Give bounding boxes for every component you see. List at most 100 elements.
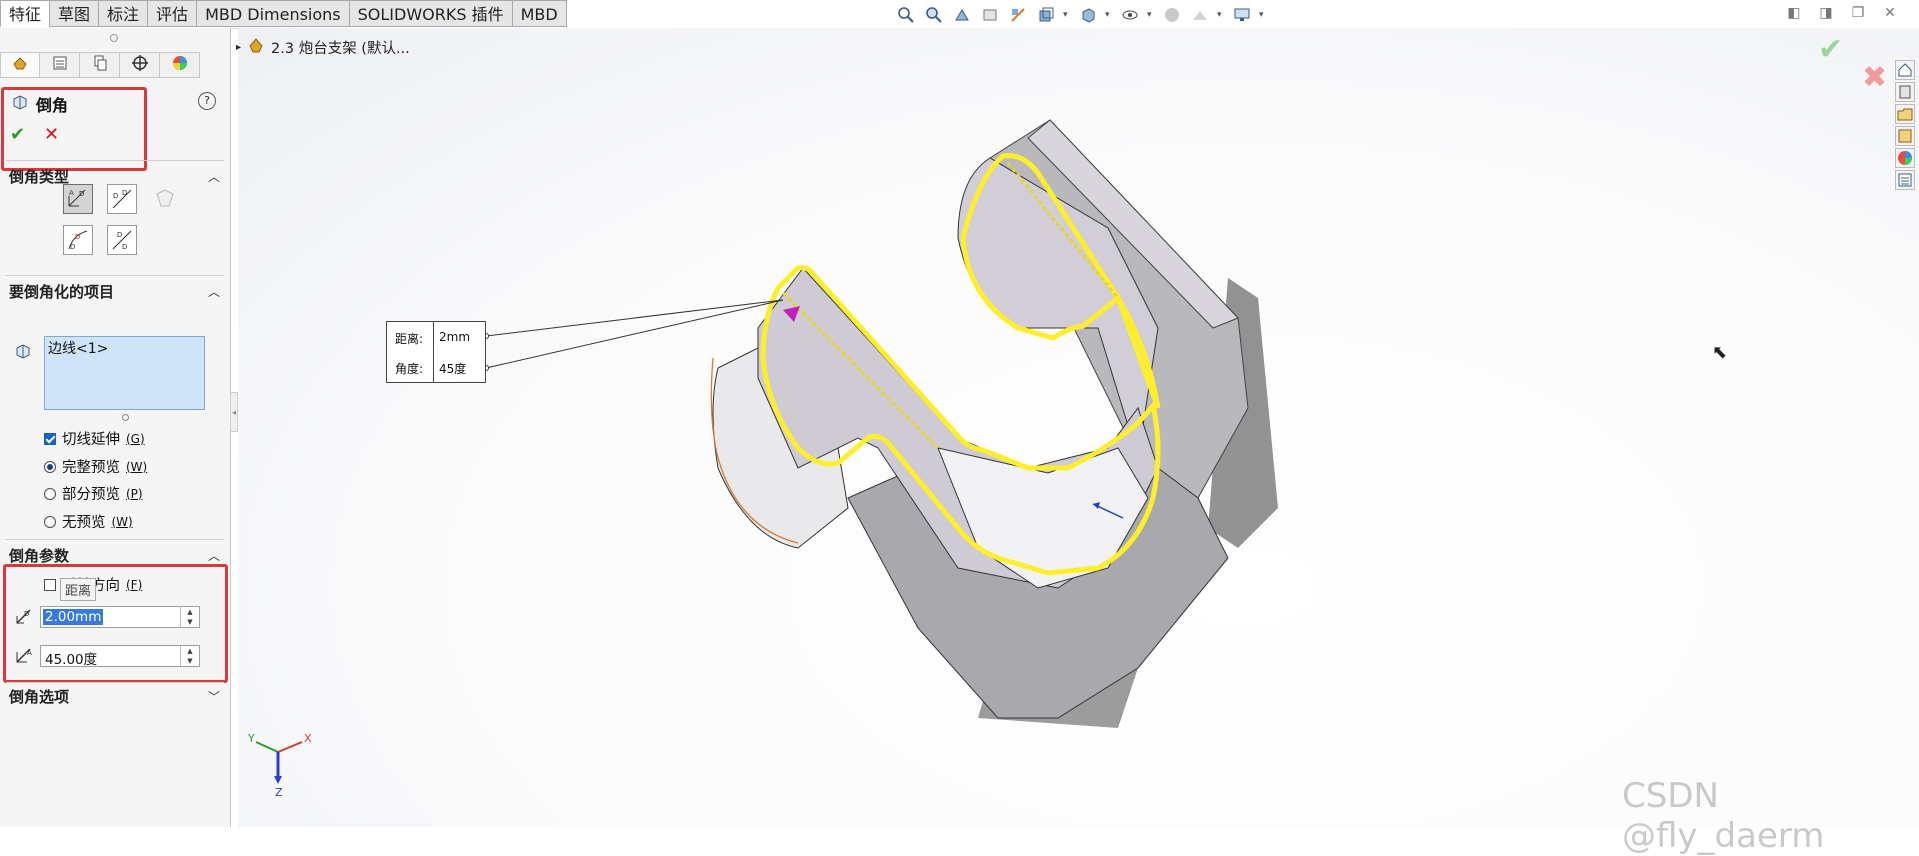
property-list-icon xyxy=(51,54,69,76)
chamfer-type-vertex[interactable] xyxy=(150,184,180,214)
panel-grip-handle[interactable] xyxy=(110,34,118,42)
svg-text:D: D xyxy=(113,192,118,200)
help-icon[interactable]: ? xyxy=(198,92,216,110)
previous-view-icon[interactable] xyxy=(951,5,973,25)
tile-left-icon[interactable]: ◧ xyxy=(1785,4,1803,22)
no-preview-radio[interactable]: 无预览 (W) xyxy=(44,511,133,532)
partial-preview-radio[interactable]: 部分预览 (P) xyxy=(44,483,143,504)
feature-tree-root[interactable]: ▸ 2.3 炮台支架 (默认... xyxy=(236,36,410,58)
home-icon[interactable] xyxy=(1895,60,1915,80)
command-tabs: 特征 草图 标注 评估 MBD Dimensions SOLIDWORKS 插件 MBD xyxy=(0,0,567,28)
shortcut-key: (G) xyxy=(126,431,145,446)
callout-distance-value[interactable]: 2mm xyxy=(439,330,470,344)
checkbox-box[interactable] xyxy=(44,432,56,445)
task-pane-tabs xyxy=(1895,60,1917,190)
restore-icon[interactable]: ❐ xyxy=(1849,4,1867,22)
appearances-icon[interactable] xyxy=(1895,148,1915,168)
panel-splitter[interactable]: ◂ xyxy=(230,392,238,432)
confirm-corner-ok-icon[interactable]: ✔ xyxy=(1818,32,1843,67)
apply-scene-icon[interactable] xyxy=(1189,5,1211,25)
svg-text:D: D xyxy=(70,243,75,251)
edge-selection-icon xyxy=(14,342,32,364)
section-chamfer-type[interactable]: 倒角类型 xyxy=(9,166,69,187)
tab-command-3[interactable]: 评估 xyxy=(148,0,198,27)
view-orientation-icon[interactable] xyxy=(1035,5,1057,25)
heads-up-toolbar: ▾ ▾ ▾ ▾ ▾ xyxy=(895,3,1267,27)
svg-text:D: D xyxy=(122,243,127,251)
tab-command-1[interactable]: 草图 xyxy=(50,0,100,27)
mouse-pointer-icon: ⬉ xyxy=(1712,342,1728,363)
custom-properties-icon[interactable] xyxy=(1895,170,1915,190)
part-model[interactable] xyxy=(238,28,1919,827)
section-view-icon[interactable] xyxy=(979,5,1001,25)
callout-angle-value[interactable]: 45度 xyxy=(439,360,466,377)
tab-configuration-manager[interactable] xyxy=(80,52,120,78)
chevron-up-icon[interactable]: ︿ xyxy=(208,547,220,564)
tab-feature-manager[interactable] xyxy=(0,52,40,78)
callout-angle-row[interactable]: 角度: 45度 xyxy=(387,352,485,382)
command-manager: 特征 草图 标注 评估 MBD Dimensions SOLIDWORKS 插件 MBD ▾… xyxy=(0,0,1919,29)
tile-right-icon[interactable]: ◨ xyxy=(1817,4,1835,22)
view-settings-icon[interactable] xyxy=(1231,5,1253,25)
graphics-area[interactable] xyxy=(238,28,1919,827)
hide-show-icon[interactable] xyxy=(1119,5,1141,25)
section-items-to-chamfer[interactable]: 要倒角化的项目 xyxy=(9,281,114,302)
shortcut-key: (W) xyxy=(126,459,148,474)
radio-button[interactable] xyxy=(44,460,56,473)
zoom-area-icon[interactable] xyxy=(923,5,945,25)
tab-command-5[interactable]: SOLIDWORKS 插件 xyxy=(349,0,513,27)
tab-command-2[interactable]: 标注 xyxy=(99,0,149,27)
file-explorer-icon[interactable] xyxy=(1895,104,1915,124)
chevron-up-icon[interactable]: ︿ xyxy=(208,283,220,300)
chevron-up-icon[interactable]: ︿ xyxy=(208,168,220,185)
tab-command-4[interactable]: MBD Dimensions xyxy=(197,0,350,27)
expand-arrow-icon[interactable]: ▸ xyxy=(236,42,241,53)
chevron-down-icon[interactable]: ▾ xyxy=(1063,5,1071,25)
confirm-corner-cancel-icon[interactable]: ✖ xyxy=(1862,60,1887,95)
part-name[interactable]: 2.3 炮台支架 (默认... xyxy=(271,37,410,58)
list-item[interactable]: 边线<1> xyxy=(48,338,108,358)
partial-preview-label: 部分预览 xyxy=(62,487,120,503)
section-chamfer-options[interactable]: 倒角选项 xyxy=(9,686,69,707)
chevron-down-icon[interactable]: ▾ xyxy=(1259,5,1267,25)
tangent-propagation-checkbox[interactable]: 切线延伸 (G) xyxy=(44,428,145,449)
radio-button[interactable] xyxy=(44,487,56,500)
shortcut-key: (P) xyxy=(126,486,143,501)
axis-y-label: Y xyxy=(248,732,255,745)
configuration-icon xyxy=(91,54,109,76)
tab-display-manager[interactable] xyxy=(160,52,200,78)
design-library-icon[interactable] xyxy=(1895,82,1915,102)
items-selection-list[interactable]: 边线<1> xyxy=(44,336,205,410)
chamfer-type-angle-distance[interactable]: DA xyxy=(63,184,93,214)
tab-command-6[interactable]: MBD xyxy=(512,0,567,27)
dynamic-annotation-icon[interactable] xyxy=(1007,5,1029,25)
list-resize-handle[interactable] xyxy=(122,414,129,421)
crosshair-icon xyxy=(131,54,149,76)
axis-z-label: Z xyxy=(275,786,283,799)
tab-property-manager[interactable] xyxy=(40,52,80,78)
chevron-down-icon[interactable]: ▾ xyxy=(1105,5,1113,25)
section-chamfer-parameters[interactable]: 倒角参数 xyxy=(9,545,69,566)
full-preview-radio[interactable]: 完整预览 (W) xyxy=(44,456,147,477)
full-preview-label: 完整预览 xyxy=(62,460,120,476)
chamfer-type-face-face[interactable]: DD xyxy=(107,225,137,255)
chevron-down-icon[interactable]: ▾ xyxy=(1217,5,1225,25)
view-palette-icon[interactable] xyxy=(1895,126,1915,146)
display-style-icon[interactable] xyxy=(1077,5,1099,25)
radio-button[interactable] xyxy=(44,515,56,528)
color-wheel-icon xyxy=(171,54,189,76)
callout-distance-row[interactable]: 距离: 2mm xyxy=(387,322,485,352)
chevron-down-icon[interactable]: ▾ xyxy=(1147,5,1155,25)
zoom-to-fit-icon[interactable] xyxy=(895,5,917,25)
chamfer-type-offset-face[interactable]: DD xyxy=(63,225,93,255)
chamfer-type-distance-distance[interactable]: DD xyxy=(107,184,137,214)
chevron-down-icon[interactable]: ﹀ xyxy=(208,688,220,705)
edit-appearance-icon[interactable] xyxy=(1161,5,1183,25)
divider xyxy=(6,539,224,540)
watermark: CSDN @fly_daerm xyxy=(1622,776,1825,856)
tab-dimxpert-manager[interactable] xyxy=(120,52,160,78)
dimension-callout[interactable]: 距离: 2mm 角度: 45度 xyxy=(386,321,486,383)
divider xyxy=(6,682,224,683)
close-icon[interactable]: ✕ xyxy=(1881,4,1899,22)
tab-command-0[interactable]: 特征 xyxy=(0,0,51,27)
